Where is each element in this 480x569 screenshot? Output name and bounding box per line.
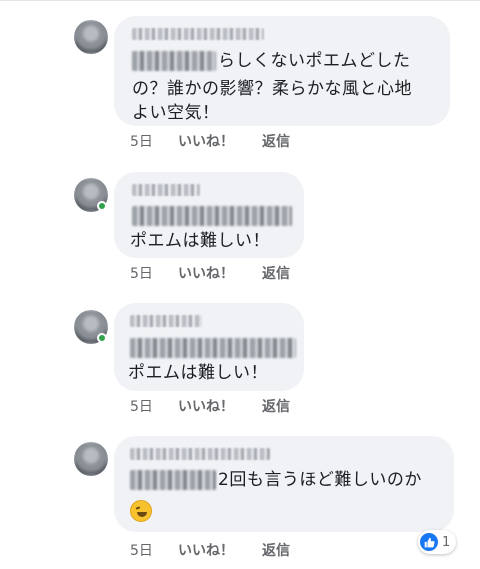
comment-bubble: ポエムは難しい！ [114,172,304,258]
comment-text-line: ポエムは難しい！ [130,231,270,251]
comment-text-line: ポエムは難しい！ [128,363,268,383]
like-button[interactable]: いいね！ [178,263,262,283]
reply-button[interactable]: 返信 [262,396,290,416]
reaction-summary[interactable]: 1 [418,530,457,554]
like-button[interactable]: いいね！ [178,131,262,151]
comment-text-line: 2回も言うほど難しいのか [218,470,422,490]
timestamp[interactable]: 5日 [130,396,178,416]
blurred-mention [130,470,216,490]
comment-actions: 5日 いいね！ 返信 [130,540,290,560]
reaction-count: 1 [442,534,451,550]
blurred-author-name[interactable] [132,28,264,40]
blurred-mention [132,51,216,71]
timestamp[interactable]: 5日 [130,540,178,560]
blurred-author-name[interactable] [130,448,270,460]
blurred-author-name[interactable] [132,184,200,196]
like-button[interactable]: いいね！ [178,396,262,416]
reply-button[interactable]: 返信 [262,131,290,151]
reply-button[interactable]: 返信 [262,263,290,283]
thumbs-up-icon [420,533,438,551]
blurred-mention [132,206,292,226]
timestamp[interactable]: 5日 [130,131,178,151]
comment-bubble: らしくないポエムどした の？誰かの影響？柔らかな風と心地 よい空気！ [114,16,450,126]
timestamp[interactable]: 5日 [130,263,178,283]
online-status-dot [97,333,107,343]
reply-button[interactable]: 返信 [262,540,290,560]
top-divider [0,0,480,1]
comment-actions: 5日 いいね！ 返信 [130,396,290,416]
blurred-author-name[interactable] [130,315,202,327]
avatar[interactable] [74,442,108,476]
comment-bubble: ポエムは難しい！ [114,303,304,391]
online-status-dot [97,201,107,211]
comment-text-line: らしくないポエムどした [218,51,411,71]
comment-actions: 5日 いいね！ 返信 [130,263,290,283]
rolling-on-floor-laughing-icon [130,500,152,522]
comment-actions: 5日 いいね！ 返信 [130,131,290,151]
comment-bubble: 2回も言うほど難しいのか [114,436,454,532]
avatar[interactable] [74,20,108,54]
like-button[interactable]: いいね！ [178,540,262,560]
comment-text-line: よい空気！ [132,103,220,123]
blurred-mention [130,338,296,358]
